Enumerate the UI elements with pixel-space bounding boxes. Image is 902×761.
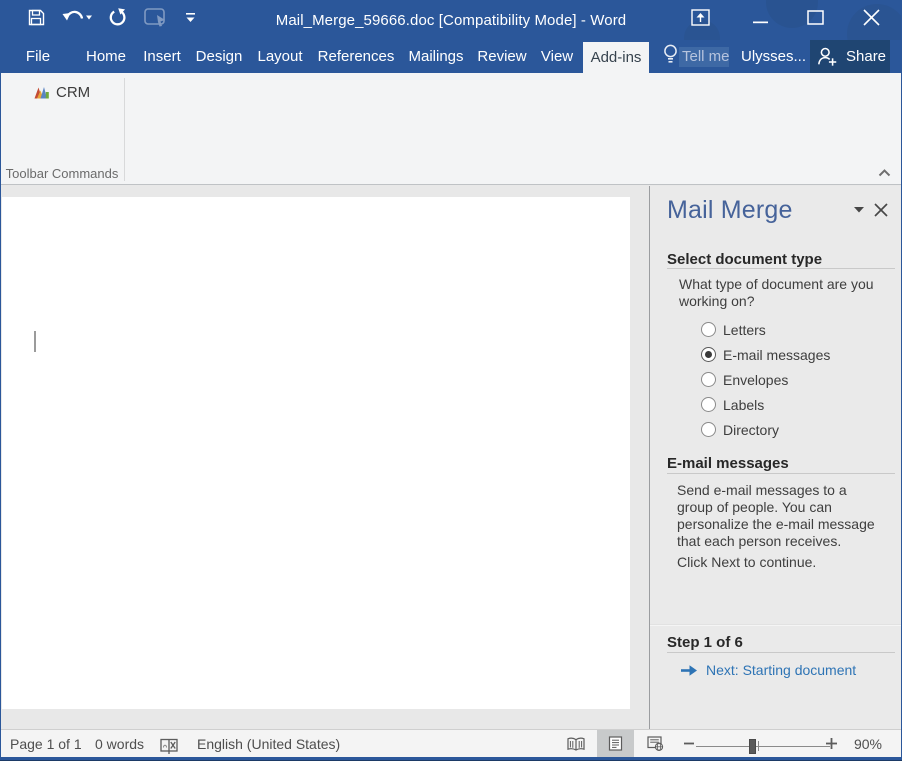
- pane-bottom-separator: [650, 624, 902, 626]
- text-cursor: [34, 331, 36, 352]
- email-messages-description: Send e-mail messages to a group of peopl…: [677, 482, 875, 550]
- window-border-left: [0, 0, 1, 761]
- close-icon: [863, 9, 880, 31]
- language-status[interactable]: English (United States): [197, 730, 340, 757]
- page-count-status[interactable]: Page 1 of 1: [10, 730, 82, 757]
- print-layout-icon: [608, 736, 623, 751]
- status-bar: Page 1 of 1 0 words English (United Stat…: [0, 729, 902, 757]
- collapse-ribbon-button[interactable]: [870, 163, 898, 183]
- crm-label: CRM: [56, 84, 90, 101]
- zoom-in-icon: [826, 738, 837, 749]
- zoom-slider-center-tick: [758, 741, 759, 751]
- radio-button: [701, 322, 716, 337]
- zoom-out-icon: [684, 742, 694, 745]
- tell-me-box[interactable]: Tell me: [656, 40, 679, 73]
- radio-email-messages[interactable]: E-mail messages: [701, 342, 830, 367]
- tab-design[interactable]: Design: [196, 40, 243, 73]
- pane-title: Mail Merge: [667, 196, 793, 225]
- pane-close-button[interactable]: [871, 200, 891, 220]
- zoom-slider-thumb[interactable]: [749, 739, 756, 754]
- tab-layout[interactable]: Layout: [257, 40, 302, 73]
- web-layout-button[interactable]: [637, 730, 674, 757]
- share-person-icon: [817, 45, 839, 68]
- mail-merge-task-pane: Mail Merge Select document type What typ…: [649, 186, 901, 729]
- title-bar: Mail_Merge_59666.doc [Compatibility Mode…: [0, 0, 902, 40]
- divider: [667, 473, 895, 474]
- document-type-question: What type of document are you working on…: [679, 276, 874, 310]
- maximize-button[interactable]: [799, 0, 831, 40]
- ribbon-display-options-button[interactable]: [683, 0, 717, 40]
- select-document-type-heading: Select document type: [667, 251, 822, 268]
- tab-references[interactable]: References: [318, 40, 395, 73]
- tab-view[interactable]: View: [541, 40, 573, 73]
- radio-labels[interactable]: Labels: [701, 392, 830, 417]
- close-button[interactable]: [855, 0, 887, 40]
- web-layout-icon: [647, 736, 664, 751]
- radio-button: [701, 397, 716, 412]
- share-button[interactable]: Share: [810, 40, 890, 73]
- tab-insert[interactable]: Insert: [143, 40, 181, 73]
- radio-button: [701, 372, 716, 387]
- crm-button[interactable]: CRM: [34, 79, 90, 105]
- next-arrow-icon: [680, 664, 698, 677]
- ribbon-tab-row: File Home Insert Design Layout Reference…: [0, 40, 902, 73]
- proofing-error-icon: [160, 738, 179, 755]
- minimize-button[interactable]: [745, 0, 775, 40]
- pane-close-icon: [874, 203, 888, 217]
- tab-review[interactable]: Review: [477, 40, 526, 73]
- divider: [667, 268, 895, 269]
- step-heading: Step 1 of 6: [667, 634, 743, 651]
- zoom-level[interactable]: 90%: [848, 730, 888, 757]
- ribbon: CRM Toolbar Commands: [0, 73, 902, 185]
- tab-mailings[interactable]: Mailings: [408, 40, 463, 73]
- tab-file[interactable]: File: [26, 40, 50, 73]
- maximize-icon: [807, 10, 824, 30]
- read-mode-icon: [567, 737, 585, 751]
- minimize-icon: [753, 11, 768, 29]
- radio-button: [701, 422, 716, 437]
- zoom-out-button[interactable]: [680, 730, 698, 757]
- word-count-status[interactable]: 0 words: [95, 730, 144, 757]
- tab-home[interactable]: Home: [86, 40, 126, 73]
- chevron-up-icon: [878, 169, 891, 177]
- radio-envelopes[interactable]: Envelopes: [701, 367, 830, 392]
- next-link-label: Next: Starting document: [706, 662, 856, 678]
- document-page[interactable]: [2, 197, 630, 709]
- radio-directory[interactable]: Directory: [701, 417, 830, 442]
- zoom-slider-track[interactable]: [696, 746, 830, 747]
- email-messages-heading: E-mail messages: [667, 455, 789, 472]
- click-next-note: Click Next to continue.: [677, 554, 816, 570]
- document-type-options: Letters E-mail messages Envelopes Labels…: [701, 317, 830, 442]
- read-mode-button[interactable]: [557, 730, 594, 757]
- account-user-name[interactable]: Ulysses...: [741, 40, 801, 73]
- ribbon-group-separator: [124, 78, 125, 181]
- tab-add-ins[interactable]: Add-ins: [583, 42, 649, 73]
- ribbon-group-label: Toolbar Commands: [0, 166, 124, 181]
- print-layout-button[interactable]: [597, 730, 634, 757]
- pane-menu-button[interactable]: [852, 204, 866, 216]
- word-window: Mail_Merge_59666.doc [Compatibility Mode…: [0, 0, 902, 761]
- window-border-bottom: [0, 757, 902, 761]
- divider: [667, 652, 895, 653]
- next-step-link[interactable]: Next: Starting document: [680, 660, 856, 680]
- ribbon-display-options-icon: [691, 9, 710, 31]
- radio-button: [701, 347, 716, 362]
- chevron-down-icon: [854, 207, 864, 213]
- radio-letters[interactable]: Letters: [701, 317, 830, 342]
- document-area: Mail Merge Select document type What typ…: [0, 186, 902, 729]
- crm-icon: [34, 84, 51, 101]
- lightbulb-icon: [662, 43, 679, 70]
- tell-me-label: Tell me: [682, 40, 730, 73]
- share-label: Share: [846, 40, 886, 73]
- zoom-in-button[interactable]: [822, 730, 840, 757]
